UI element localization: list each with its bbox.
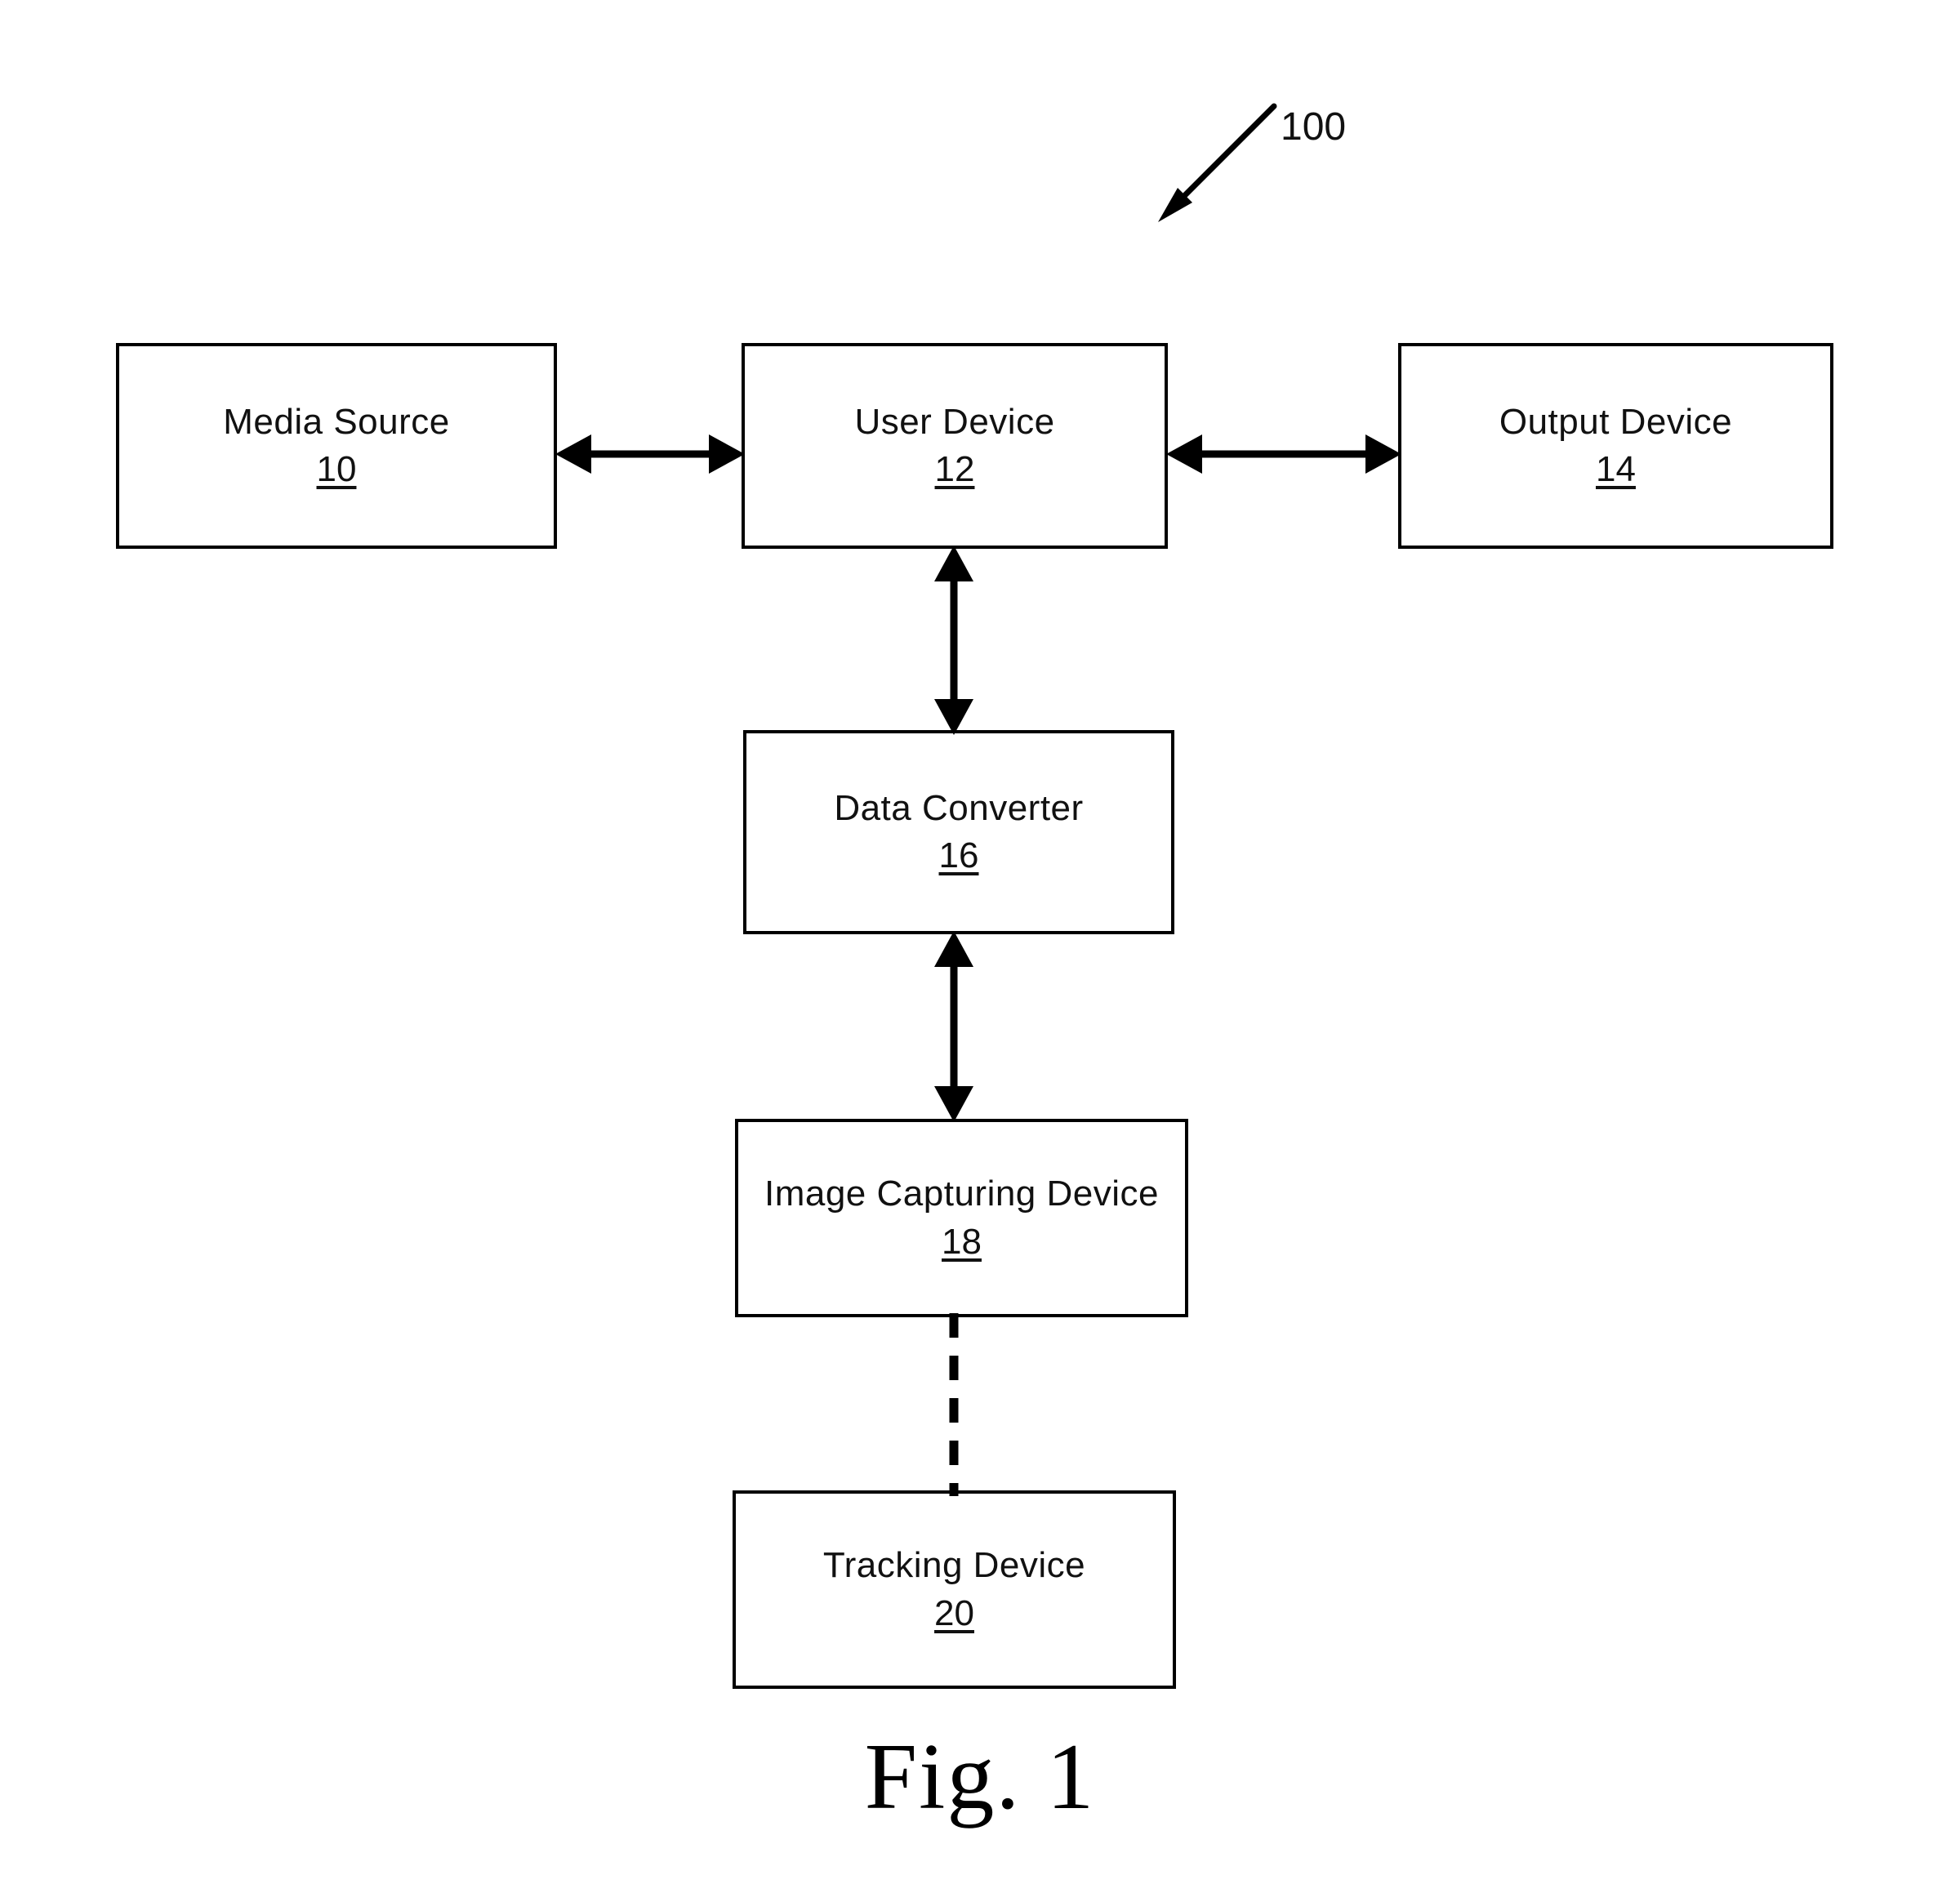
node-media-source-label: Media Source xyxy=(223,401,450,442)
connector-user-device-to-output-device xyxy=(1163,421,1405,487)
node-image-capturing-device-label: Image Capturing Device xyxy=(764,1174,1159,1214)
node-data-converter[interactable]: Data Converter 16 xyxy=(743,730,1174,934)
node-data-converter-ref: 16 xyxy=(938,835,979,876)
system-reference-label: 100 xyxy=(1281,105,1347,149)
connector-user-device-to-data-converter xyxy=(921,542,987,738)
node-tracking-device-ref: 20 xyxy=(934,1592,974,1633)
node-media-source-ref: 10 xyxy=(316,449,357,490)
node-tracking-device-label: Tracking Device xyxy=(822,1545,1086,1586)
connector-data-converter-to-image-capturing-device xyxy=(921,928,987,1125)
figure-canvas: 100 Media Source 10 User Device 12 Outpu… xyxy=(0,0,1960,1893)
figure-caption: Fig. 1 xyxy=(864,1725,1096,1829)
node-media-source[interactable]: Media Source 10 xyxy=(116,343,557,549)
node-output-device[interactable]: Output Device 14 xyxy=(1398,343,1833,549)
node-output-device-ref: 14 xyxy=(1596,449,1636,490)
node-user-device-ref: 12 xyxy=(934,449,975,490)
node-tracking-device[interactable]: Tracking Device 20 xyxy=(733,1490,1176,1689)
node-output-device-label: Output Device xyxy=(1499,401,1733,442)
connector-image-capturing-device-to-tracking-device xyxy=(921,1312,987,1498)
node-data-converter-label: Data Converter xyxy=(834,787,1084,828)
connector-media-source-to-user-device xyxy=(552,421,748,487)
node-image-capturing-device-ref: 18 xyxy=(942,1221,982,1262)
node-user-device-label: User Device xyxy=(854,401,1055,442)
node-user-device[interactable]: User Device 12 xyxy=(742,343,1168,549)
node-image-capturing-device[interactable]: Image Capturing Device 18 xyxy=(735,1119,1188,1317)
